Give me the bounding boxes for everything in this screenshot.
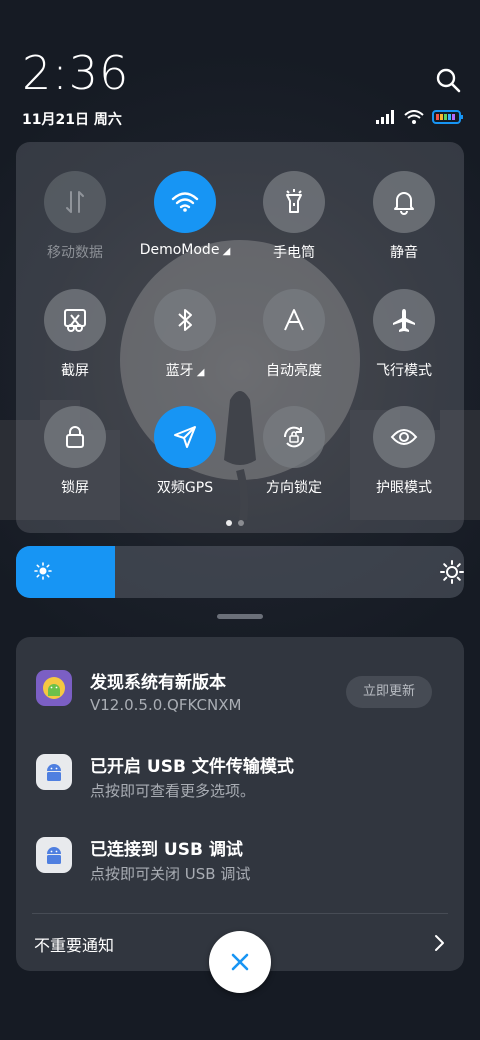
search-icon[interactable] xyxy=(434,66,462,94)
airplane-icon xyxy=(373,289,435,351)
signal-icon xyxy=(376,110,394,124)
chevron-right-icon[interactable] xyxy=(432,934,446,952)
eye-icon xyxy=(373,406,435,468)
unimportant-notifications-link[interactable]: 不重要通知 xyxy=(34,932,114,956)
tile-auto-brightness[interactable]: 自动亮度 xyxy=(239,289,349,399)
system-update-app-icon xyxy=(36,670,72,706)
tile-dual-gps[interactable]: 双频GPS xyxy=(130,406,240,516)
lock-icon xyxy=(44,406,106,468)
notification-title: 已开启 USB 文件传输模式 xyxy=(90,757,294,777)
tile-label: 手电筒 xyxy=(273,245,315,261)
drag-handle[interactable] xyxy=(217,614,263,619)
expand-indicator-icon: ◢ xyxy=(193,367,205,378)
rotation-lock-icon xyxy=(263,406,325,468)
brightness-fill xyxy=(16,546,115,598)
tile-bluetooth[interactable]: 蓝牙 ◢ xyxy=(130,289,240,399)
bluetooth-icon xyxy=(154,289,216,351)
quick-settings-pager xyxy=(226,520,244,526)
system-status-icons xyxy=(376,108,464,126)
notification-subtitle: 点按即可查看更多选项。 xyxy=(90,782,256,800)
brightness-slider[interactable] xyxy=(16,546,464,598)
tile-label: 飞行模式 xyxy=(376,363,432,379)
android-system-icon xyxy=(36,837,72,873)
tile-label: 双频GPS xyxy=(156,480,214,496)
tile-mobile-data[interactable]: 移动数据 xyxy=(20,171,130,281)
wifi-status-icon xyxy=(404,109,424,124)
flashlight-icon xyxy=(263,171,325,233)
tile-screenshot[interactable]: 截屏 xyxy=(20,289,130,399)
pager-dot xyxy=(226,520,232,526)
tile-label: 自动亮度 xyxy=(266,363,322,379)
auto-brightness-icon xyxy=(263,289,325,351)
notification-title: 发现系统有新版本 xyxy=(90,673,226,693)
screenshot-icon xyxy=(44,289,106,351)
expand-indicator-icon: ◢ xyxy=(219,246,231,257)
clock: 2:36 xyxy=(22,46,130,100)
notification-title: 已连接到 USB 调试 xyxy=(90,840,243,860)
tile-label: 锁屏 xyxy=(61,480,89,496)
notification-usb-debug[interactable]: 已连接到 USB 调试 点按即可关闭 USB 调试 xyxy=(36,835,446,891)
bell-icon xyxy=(373,171,435,233)
tile-label: 护眼模式 xyxy=(376,480,432,496)
tile-lock-screen[interactable]: 锁屏 xyxy=(20,406,130,516)
close-icon xyxy=(231,953,249,971)
notification-usb-transfer[interactable]: 已开启 USB 文件传输模式 点按即可查看更多选项。 xyxy=(36,752,446,808)
tile-airplane[interactable]: 飞行模式 xyxy=(349,289,459,399)
pager-dot xyxy=(238,520,244,526)
mobile-data-icon xyxy=(44,171,106,233)
date: 11月21日 周六 xyxy=(22,112,122,128)
android-system-icon xyxy=(36,754,72,790)
tile-eye-care[interactable]: 护眼模式 xyxy=(349,406,459,516)
battery-icon xyxy=(432,110,463,124)
tile-label: 蓝牙 ◢ xyxy=(165,363,205,379)
wifi-icon xyxy=(154,171,216,233)
tile-label: DemoMode ◢ xyxy=(139,242,231,258)
tile-label: 静音 xyxy=(390,245,418,261)
notification-subtitle: 点按即可关闭 USB 调试 xyxy=(90,865,251,883)
brightness-low-icon xyxy=(34,562,52,580)
tile-label: 方向锁定 xyxy=(266,480,322,496)
tile-wifi[interactable]: DemoMode ◢ xyxy=(130,171,240,281)
divider xyxy=(32,913,448,914)
tile-mute[interactable]: 静音 xyxy=(349,171,459,281)
location-icon xyxy=(154,406,216,468)
tile-rotation-lock[interactable]: 方向锁定 xyxy=(239,406,349,516)
update-now-button[interactable]: 立即更新 xyxy=(346,676,432,708)
tile-flashlight[interactable]: 手电筒 xyxy=(239,171,349,281)
tile-label: 移动数据 xyxy=(47,245,103,261)
brightness-high-icon xyxy=(440,560,464,584)
tile-label: 截屏 xyxy=(61,363,89,379)
clear-all-button[interactable] xyxy=(209,931,271,993)
notification-subtitle: V12.0.5.0.QFKCNXM xyxy=(90,696,242,714)
